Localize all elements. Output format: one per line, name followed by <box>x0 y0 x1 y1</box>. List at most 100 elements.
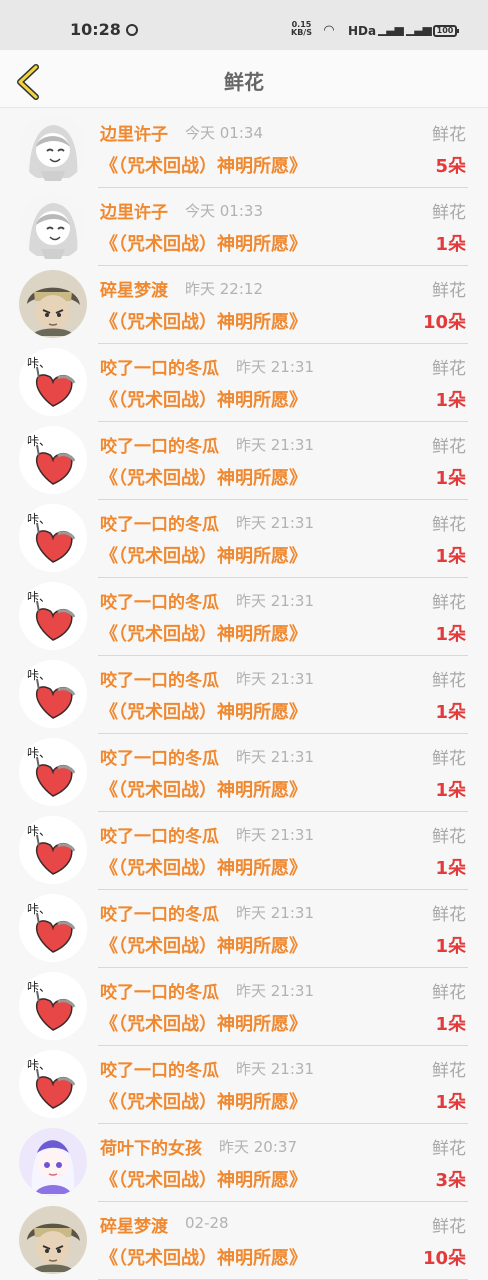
gift-count: 1朵 <box>435 780 466 801</box>
gift-list: 边里许子 今天 01:34 鲜花 《（咒术回战）神明所愿》 5朵 边里许子 今天… <box>0 110 488 1280</box>
gift-count: 10朵 <box>422 1248 466 1269</box>
book-title[interactable]: 《（咒术回战）神明所愿》 <box>100 698 307 724</box>
sender-name[interactable]: 碎星梦渡 <box>100 1212 168 1237</box>
network-speed: 0.15 KB/S <box>291 21 312 37</box>
gift-row-7[interactable]: 咔、 咬了一口的冬瓜 昨天 21:31 鲜花 《（咒术回战）神明所愿》 1朵 <box>0 578 488 656</box>
status-bar: 10:28 0.15 KB/S ◠ HDa ▁▃▅ ▁▃▅ 100 <box>0 0 488 50</box>
gift-row-1[interactable]: 边里许子 今天 01:34 鲜花 《（咒术回战）神明所愿》 5朵 <box>0 110 488 188</box>
row-content: 边里许子 今天 01:34 鲜花 《（咒术回战）神明所愿》 5朵 <box>98 110 468 188</box>
row-content: 咬了一口的冬瓜 昨天 21:31 鲜花 《（咒术回战）神明所愿》 1朵 <box>98 890 468 968</box>
gift-row-5[interactable]: 咔、 咬了一口的冬瓜 昨天 21:31 鲜花 《（咒术回战）神明所愿》 1朵 <box>0 422 488 500</box>
book-title[interactable]: 《（咒术回战）神明所愿》 <box>100 542 307 568</box>
gift-time: 昨天 21:31 <box>236 826 314 844</box>
avatar[interactable] <box>19 192 87 260</box>
avatar[interactable]: 咔、 <box>19 348 87 416</box>
avatar[interactable]: 咔、 <box>19 816 87 884</box>
row-content: 咬了一口的冬瓜 昨天 21:31 鲜花 《（咒术回战）神明所愿》 1朵 <box>98 344 468 422</box>
gift-row-4[interactable]: 咔、 咬了一口的冬瓜 昨天 21:31 鲜花 《（咒术回战）神明所愿》 1朵 <box>0 344 488 422</box>
sender-name[interactable]: 边里许子 <box>100 198 168 223</box>
sender-name[interactable]: 碎星梦渡 <box>100 276 168 301</box>
sender-name[interactable]: 咬了一口的冬瓜 <box>100 978 219 1003</box>
book-title[interactable]: 《（咒术回战）神明所愿》 <box>100 1088 307 1114</box>
gift-row-8[interactable]: 咔、 咬了一口的冬瓜 昨天 21:31 鲜花 《（咒术回战）神明所愿》 1朵 <box>0 656 488 734</box>
sender-name[interactable]: 咬了一口的冬瓜 <box>100 510 219 535</box>
gift-time: 今天 01:33 <box>185 202 263 220</box>
row-content: 咬了一口的冬瓜 昨天 21:31 鲜花 《（咒术回战）神明所愿》 1朵 <box>98 734 468 812</box>
gift-row-3[interactable]: 碎星梦渡 昨天 22:12 鲜花 《（咒术回战）神明所愿》 10朵 <box>0 266 488 344</box>
svg-text:咔、: 咔、 <box>27 512 51 526</box>
sender-name[interactable]: 咬了一口的冬瓜 <box>100 1056 219 1081</box>
row-content: 咬了一口的冬瓜 昨天 21:31 鲜花 《（咒术回战）神明所愿》 1朵 <box>98 812 468 890</box>
row-content: 碎星梦渡 02-28 鲜花 《（咒术回战）神明所愿》 10朵 <box>98 1202 468 1280</box>
battery-icon: 100 <box>433 25 459 37</box>
avatar[interactable]: 咔、 <box>19 894 87 962</box>
sync-icon <box>126 24 138 36</box>
row-content: 碎星梦渡 昨天 22:12 鲜花 《（咒术回战）神明所愿》 10朵 <box>98 266 468 344</box>
row-content: 咬了一口的冬瓜 昨天 21:31 鲜花 《（咒术回战）神明所愿》 1朵 <box>98 656 468 734</box>
svg-text:咔、: 咔、 <box>27 356 51 370</box>
avatar[interactable]: 咔、 <box>19 738 87 806</box>
gift-type: 鲜花 <box>432 203 466 223</box>
avatar[interactable] <box>19 270 87 338</box>
gift-type: 鲜花 <box>432 593 466 613</box>
gift-count: 1朵 <box>435 1092 466 1113</box>
book-title[interactable]: 《（咒术回战）神明所愿》 <box>100 854 307 880</box>
sender-name[interactable]: 咬了一口的冬瓜 <box>100 666 219 691</box>
gift-row-10[interactable]: 咔、 咬了一口的冬瓜 昨天 21:31 鲜花 《（咒术回战）神明所愿》 1朵 <box>0 812 488 890</box>
sender-name[interactable]: 荷叶下的女孩 <box>100 1134 202 1159</box>
book-title[interactable]: 《（咒术回战）神明所愿》 <box>100 386 307 412</box>
gift-row-2[interactable]: 边里许子 今天 01:33 鲜花 《（咒术回战）神明所愿》 1朵 <box>0 188 488 266</box>
gift-row-6[interactable]: 咔、 咬了一口的冬瓜 昨天 21:31 鲜花 《（咒术回战）神明所愿》 1朵 <box>0 500 488 578</box>
book-title[interactable]: 《（咒术回战）神明所愿》 <box>100 620 307 646</box>
avatar[interactable]: 咔、 <box>19 972 87 1040</box>
sender-name[interactable]: 咬了一口的冬瓜 <box>100 354 219 379</box>
sender-name[interactable]: 咬了一口的冬瓜 <box>100 900 219 925</box>
purple-girl-avatar-icon <box>19 1128 87 1196</box>
avatar[interactable]: 咔、 <box>19 660 87 728</box>
svg-text:咔、: 咔、 <box>27 590 51 604</box>
avatar[interactable]: 咔、 <box>19 1050 87 1118</box>
book-title[interactable]: 《（咒术回战）神明所愿》 <box>100 152 307 178</box>
gift-count: 1朵 <box>435 468 466 489</box>
sender-name[interactable]: 咬了一口的冬瓜 <box>100 822 219 847</box>
book-title[interactable]: 《（咒术回战）神明所愿》 <box>100 1244 307 1270</box>
book-title[interactable]: 《（咒术回战）神明所愿》 <box>100 1010 307 1036</box>
book-title[interactable]: 《（咒术回战）神明所愿》 <box>100 776 307 802</box>
gift-row-11[interactable]: 咔、 咬了一口的冬瓜 昨天 21:31 鲜花 《（咒术回战）神明所愿》 1朵 <box>0 890 488 968</box>
sender-name[interactable]: 咬了一口的冬瓜 <box>100 588 219 613</box>
avatar[interactable] <box>19 1128 87 1196</box>
gift-time: 02-28 <box>185 1214 229 1232</box>
sender-name[interactable]: 咬了一口的冬瓜 <box>100 432 219 457</box>
gift-row-15[interactable]: 碎星梦渡 02-28 鲜花 《（咒术回战）神明所愿》 10朵 <box>0 1202 488 1280</box>
status-time: 10:28 <box>70 20 121 39</box>
svg-text:咔、: 咔、 <box>27 980 51 994</box>
gift-row-9[interactable]: 咔、 咬了一口的冬瓜 昨天 21:31 鲜花 《（咒术回战）神明所愿》 1朵 <box>0 734 488 812</box>
heart-avatar-icon: 咔、 <box>19 972 87 1040</box>
sender-name[interactable]: 边里许子 <box>100 120 168 145</box>
gift-time: 昨天 22:12 <box>185 280 263 298</box>
sender-name[interactable]: 咬了一口的冬瓜 <box>100 744 219 769</box>
avatar[interactable]: 咔、 <box>19 426 87 494</box>
gift-type: 鲜花 <box>432 983 466 1003</box>
book-title[interactable]: 《（咒术回战）神明所愿》 <box>100 464 307 490</box>
book-title[interactable]: 《（咒术回战）神明所愿》 <box>100 1166 307 1192</box>
svg-text:咔、: 咔、 <box>27 746 51 760</box>
gift-type: 鲜花 <box>432 437 466 457</box>
top-bar: 鲜花 <box>0 50 488 108</box>
svg-text:咔、: 咔、 <box>27 824 51 838</box>
avatar[interactable] <box>19 1206 87 1274</box>
gift-row-14[interactable]: 荷叶下的女孩 昨天 20:37 鲜花 《（咒术回战）神明所愿》 3朵 <box>0 1124 488 1202</box>
gift-time: 昨天 21:31 <box>236 982 314 1000</box>
gift-row-12[interactable]: 咔、 咬了一口的冬瓜 昨天 21:31 鲜花 《（咒术回战）神明所愿》 1朵 <box>0 968 488 1046</box>
gift-row-13[interactable]: 咔、 咬了一口的冬瓜 昨天 21:31 鲜花 《（咒术回战）神明所愿》 1朵 <box>0 1046 488 1124</box>
book-title[interactable]: 《（咒术回战）神明所愿》 <box>100 932 307 958</box>
avatar[interactable] <box>19 114 87 182</box>
gift-count: 1朵 <box>435 546 466 567</box>
avatar[interactable]: 咔、 <box>19 504 87 572</box>
heart-avatar-icon: 咔、 <box>19 348 87 416</box>
book-title[interactable]: 《（咒术回战）神明所愿》 <box>100 308 307 334</box>
avatar[interactable]: 咔、 <box>19 582 87 650</box>
gift-type: 鲜花 <box>432 905 466 925</box>
heart-avatar-icon: 咔、 <box>19 660 87 728</box>
book-title[interactable]: 《（咒术回战）神明所愿》 <box>100 230 307 256</box>
